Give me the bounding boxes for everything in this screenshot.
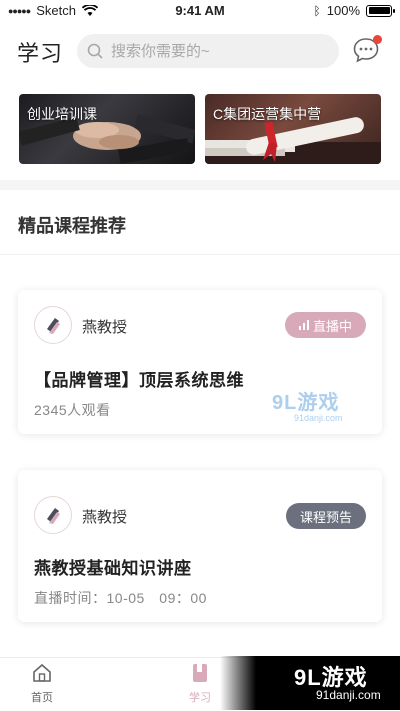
teacher-logo-icon <box>47 318 60 334</box>
search-icon <box>87 43 103 59</box>
battery-icon <box>366 4 395 17</box>
course-card[interactable]: 燕教授 课程预告 燕教授基础知识讲座 直播时间：10-05 09：00 <box>18 470 382 622</box>
study-book-icon <box>193 664 207 682</box>
tab-label: 首页 <box>31 692 53 704</box>
avatar <box>34 306 72 344</box>
preview-badge[interactable]: 课程预告 <box>285 503 366 529</box>
search-bar[interactable] <box>77 34 339 68</box>
section-title: 精品课程推荐 <box>18 216 126 236</box>
home-icon <box>33 663 51 682</box>
teacher-name: 燕教授 <box>82 509 128 526</box>
battery-percent: 100% <box>326 3 360 18</box>
banner-entrepreneurship[interactable]: 创业培训课 <box>19 94 195 164</box>
section-divider <box>0 180 400 190</box>
bluetooth-icon: ᛒ <box>313 3 321 18</box>
banner-label: C集团运营集中营 <box>213 106 322 122</box>
badge-label: 课程预告 <box>299 509 352 525</box>
live-badge[interactable]: 直播中 <box>284 312 366 338</box>
watermark-brand: 9L游戏 <box>272 392 340 414</box>
live-bars-icon <box>298 320 309 330</box>
status-bar: ●●●●● Sketch 9:41 AM ᛒ 100% <box>0 0 400 22</box>
teacher-name: 燕教授 <box>82 319 128 336</box>
status-right: ᛒ 100% <box>313 3 395 18</box>
search-input[interactable] <box>109 41 333 61</box>
notification-dot <box>373 35 382 44</box>
header: 学习 <box>0 28 400 76</box>
teacher-logo-icon <box>47 508 60 524</box>
banner-group-camp[interactable]: C集团运营集中营 <box>205 94 381 164</box>
live-time: 直播时间：10-05 09：00 <box>34 590 207 606</box>
page-title: 学习 <box>17 41 64 66</box>
course-title[interactable]: 燕教授基础知识讲座 <box>34 554 192 579</box>
course-title[interactable]: 【品牌管理】顶层系统思维 <box>34 366 244 391</box>
banner-row: 创业培训课 C集团运营集中营 <box>0 86 400 176</box>
watermark-banner: 9L游戏 91danji.com <box>220 656 400 710</box>
section-separator <box>0 254 400 255</box>
watermark-site: 91danji.com <box>316 688 381 702</box>
badge-label: 直播中 <box>312 318 352 334</box>
message-button[interactable] <box>352 35 382 66</box>
view-count: 2345人观看 <box>34 402 111 418</box>
tab-home[interactable]: 首页 <box>12 662 72 705</box>
avatar <box>34 496 72 534</box>
watermark-overlay: 9L游戏 91danji.com <box>272 386 343 423</box>
banner-label: 创业培训课 <box>27 106 97 122</box>
